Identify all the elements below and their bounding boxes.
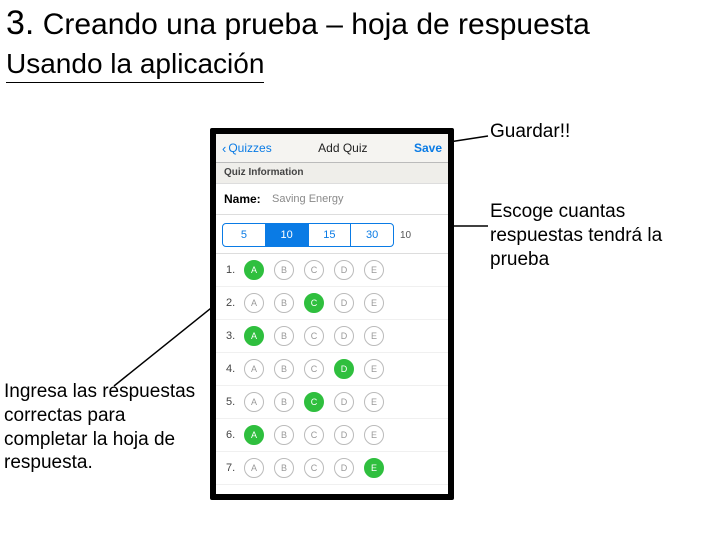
answer-bubble[interactable]: C [304, 260, 324, 280]
answer-bubble[interactable]: E [364, 392, 384, 412]
question-count-row: 5101530 10 [216, 215, 448, 254]
answer-bubble[interactable]: E [364, 326, 384, 346]
answer-bubble[interactable]: C [304, 293, 324, 313]
row-number: 5. [226, 396, 244, 408]
answer-row: 7.ABCDE [216, 452, 448, 485]
chevron-left-icon: ‹ [222, 141, 226, 156]
slide-title: 3. Creando una prueba – hoja de respuest… [6, 4, 590, 43]
row-number: 4. [226, 363, 244, 375]
answer-bubble[interactable]: E [364, 260, 384, 280]
nav-title: Add Quiz [318, 141, 367, 155]
question-count-indicator: 10 [400, 230, 411, 241]
title-number: 3. [6, 4, 34, 42]
answer-bubble[interactable]: D [334, 392, 354, 412]
row-number: 7. [226, 462, 244, 474]
answer-bubble[interactable]: A [244, 458, 264, 478]
answer-bubble[interactable]: A [244, 293, 264, 313]
answer-row: 2.ABCDE [216, 287, 448, 320]
answer-row: 1.ABCDE [216, 254, 448, 287]
answer-bubble[interactable]: E [364, 293, 384, 313]
back-button[interactable]: ‹ Quizzes [222, 141, 272, 156]
annotation-enter: Ingresa las respuestas correctas para co… [4, 380, 209, 475]
segment-option[interactable]: 15 [309, 224, 352, 246]
title-text: Creando una prueba – hoja de respuesta [43, 8, 590, 41]
answer-bubble[interactable]: D [334, 326, 354, 346]
name-value: Saving Energy [272, 193, 344, 205]
row-number: 6. [226, 429, 244, 441]
answer-bubble[interactable]: D [334, 458, 354, 478]
back-label: Quizzes [228, 141, 271, 155]
answer-row: 5.ABCDE [216, 386, 448, 419]
answer-bubble[interactable]: C [304, 425, 324, 445]
row-number: 3. [226, 330, 244, 342]
answer-bubble[interactable]: C [304, 326, 324, 346]
answer-row: 3.ABCDE [216, 320, 448, 353]
answer-bubble[interactable]: D [334, 425, 354, 445]
segment-option[interactable]: 10 [266, 224, 309, 246]
name-label: Name: [224, 192, 272, 206]
save-button[interactable]: Save [414, 141, 442, 155]
question-count-segment[interactable]: 5101530 [222, 223, 394, 247]
answer-bubble[interactable]: A [244, 392, 264, 412]
slide-subtitle: Usando la aplicación [6, 48, 264, 83]
answer-list: 1.ABCDE2.ABCDE3.ABCDE4.ABCDE5.ABCDE6.ABC… [216, 254, 448, 485]
phone-mockup: ‹ Quizzes Add Quiz Save Quiz Information… [210, 128, 454, 500]
answer-bubble[interactable]: A [244, 425, 264, 445]
answer-bubble[interactable]: C [304, 458, 324, 478]
row-number: 2. [226, 297, 244, 309]
answer-bubble[interactable]: B [274, 260, 294, 280]
answer-bubble[interactable]: E [364, 425, 384, 445]
answer-bubble[interactable]: C [304, 392, 324, 412]
answer-bubble[interactable]: A [244, 260, 264, 280]
answer-bubble[interactable]: D [334, 359, 354, 379]
answer-bubble[interactable]: B [274, 359, 294, 379]
answer-bubble[interactable]: B [274, 458, 294, 478]
nav-bar: ‹ Quizzes Add Quiz Save [216, 134, 448, 163]
answer-bubble[interactable]: E [364, 359, 384, 379]
answer-bubble[interactable]: C [304, 359, 324, 379]
annotation-count: Escoge cuantas respuestas tendrá la prue… [490, 200, 700, 271]
answer-bubble[interactable]: E [364, 458, 384, 478]
answer-bubble[interactable]: B [274, 293, 294, 313]
answer-row: 4.ABCDE [216, 353, 448, 386]
annotation-save: Guardar!! [490, 120, 570, 144]
segment-option[interactable]: 5 [223, 224, 266, 246]
segment-option[interactable]: 30 [351, 224, 393, 246]
answer-bubble[interactable]: B [274, 425, 294, 445]
answer-bubble[interactable]: B [274, 326, 294, 346]
answer-bubble[interactable]: D [334, 260, 354, 280]
answer-bubble[interactable]: A [244, 326, 264, 346]
name-row[interactable]: Name: Saving Energy [216, 184, 448, 215]
answer-row: 6.ABCDE [216, 419, 448, 452]
section-header: Quiz Information [216, 163, 448, 184]
answer-bubble[interactable]: B [274, 392, 294, 412]
answer-bubble[interactable]: D [334, 293, 354, 313]
answer-bubble[interactable]: A [244, 359, 264, 379]
row-number: 1. [226, 264, 244, 276]
